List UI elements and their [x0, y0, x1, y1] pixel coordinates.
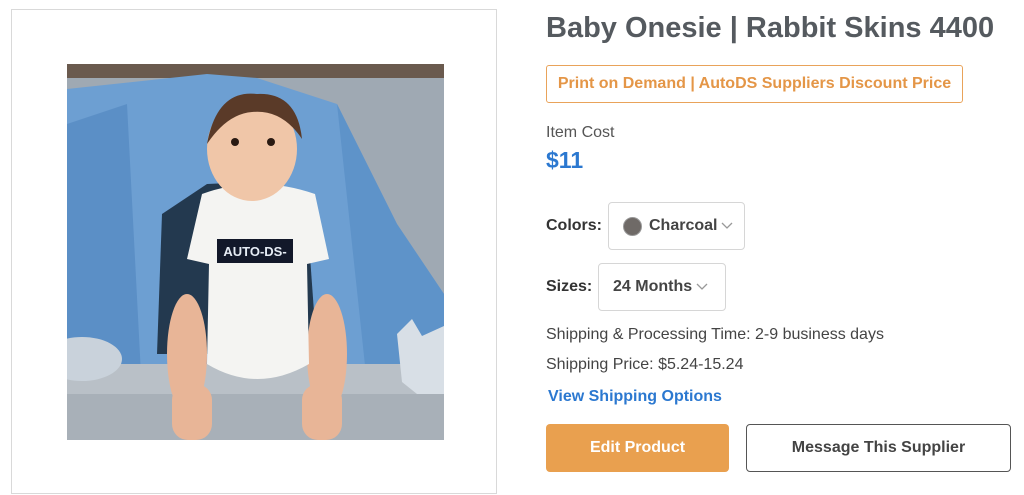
chevron-down-icon: [696, 283, 708, 291]
message-supplier-button[interactable]: Message This Supplier: [746, 424, 1011, 472]
color-select-value: Charcoal: [649, 217, 718, 234]
size-select-value: 24 Months: [613, 278, 693, 295]
onesie-print-text: AUTO-DS-: [223, 244, 286, 259]
color-select[interactable]: Charcoal: [608, 202, 745, 250]
view-shipping-options-link[interactable]: View Shipping Options: [548, 388, 722, 406]
chevron-down-icon: [721, 222, 733, 230]
product-image-frame: AUTO-DS-: [11, 9, 497, 494]
product-photo: AUTO-DS-: [67, 64, 444, 440]
print-on-demand-badge: Print on Demand | AutoDS Suppliers Disco…: [546, 65, 963, 103]
color-swatch: [623, 216, 642, 236]
size-select[interactable]: 24 Months: [598, 263, 726, 311]
item-cost-value: $11: [546, 147, 584, 173]
edit-product-button[interactable]: Edit Product: [546, 424, 729, 472]
product-title: Baby Onesie | Rabbit Skins 4400: [546, 12, 995, 44]
product-photo-illustration: AUTO-DS-: [67, 64, 444, 440]
item-cost-label: Item Cost: [546, 124, 615, 141]
shipping-price-text: Shipping Price: $5.24-15.24: [546, 356, 744, 373]
shipping-time-text: Shipping & Processing Time: 2-9 business…: [546, 326, 884, 343]
colors-label: Colors:: [546, 217, 602, 234]
sizes-label: Sizes:: [546, 278, 593, 295]
